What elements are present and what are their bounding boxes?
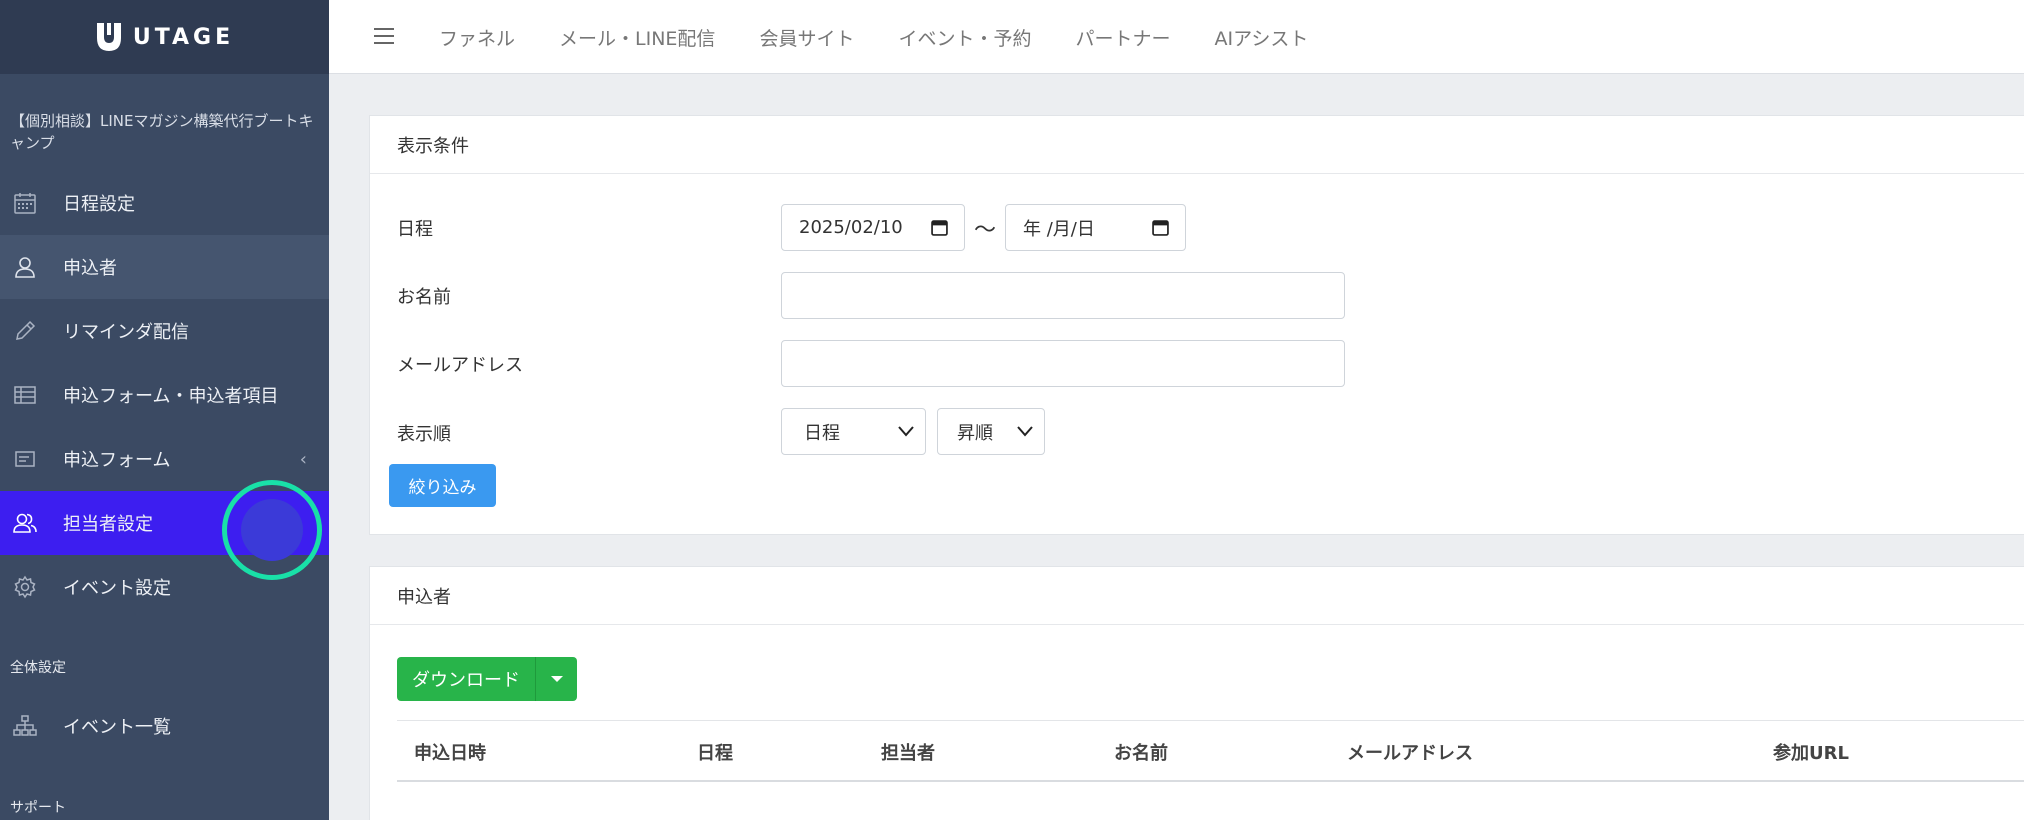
topnav-funnel[interactable]: ファネル [439,24,515,51]
topnav-member-site[interactable]: 会員サイト [759,24,854,51]
sidebar: UTAGE 【個別相談】LINEマガジン構築代行ブートキャンプ 日程設定 申込者… [0,0,329,820]
pencil-icon [16,320,36,340]
schedule-label: 日程 [397,219,433,240]
user-icon [15,257,35,278]
top-navbar: ファネル メール・LINE配信 会員サイト イベント・予約 パートナー AIアシ… [329,0,2024,74]
click-indicator-dot [241,499,303,561]
date-from-value: 2025/02/10 [799,217,903,238]
column-email[interactable]: メールアドレス [1347,739,1473,765]
filter-submit-button[interactable]: 絞り込み [389,464,496,507]
email-input[interactable] [781,340,1345,387]
download-dropdown-toggle[interactable] [535,657,577,701]
topnav-ai-assist[interactable]: AIアシスト [1214,24,1308,51]
email-label: メールアドレス [397,355,523,376]
column-schedule[interactable]: 日程 [697,739,733,765]
sidebar-item-form-fields[interactable]: 申込フォーム・申込者項目 [0,363,329,427]
section-global-settings: 全体設定 [10,660,66,676]
sidebar-item-reminder[interactable]: リマインダ配信 [0,299,329,363]
topnav-partner[interactable]: パートナー [1075,24,1170,51]
topnav-event-booking[interactable]: イベント・予約 [898,24,1031,51]
column-applied-at[interactable]: 申込日時 [414,739,486,765]
calendar-icon [14,193,36,214]
applicants-table-header: 申込日時 日程 担当者 お名前 メールアドレス 参加URL [397,720,2024,782]
date-to-input[interactable]: 年 /月/日 [1005,204,1186,251]
section-support: サポート [10,800,66,816]
column-staff[interactable]: 担当者 [881,739,935,765]
filter-card-title: 表示条件 [370,116,2024,174]
brand-name: UTAGE [132,24,235,50]
caret-down-icon [550,676,563,682]
order-field-value: 日程 [804,422,840,444]
users-icon [13,513,37,533]
chevron-down-icon [1017,426,1033,437]
sidebar-item-label: 担当者設定 [63,514,153,535]
sitemap-icon [13,715,37,736]
sidebar-item-label: 申込フォーム・申込者項目 [63,386,279,407]
filter-card: 表示条件 日程 2025/02/10 〜 年 /月/日 お名前 メールアドレス … [369,115,2024,535]
column-join-url[interactable]: 参加URL [1773,739,1849,765]
applicants-card-title: 申込者 [370,567,2024,625]
gear-icon [14,575,36,599]
top-nav: ファネル メール・LINE配信 会員サイト イベント・予約 パートナー AIアシ… [439,0,1308,74]
form-icon [15,451,35,467]
applicants-card: 申込者 ダウンロード 申込日時 日程 担当者 お名前 メールアドレス 参加URL [369,566,2024,820]
hamburger-menu-icon[interactable] [374,28,394,46]
brand[interactable]: UTAGE [0,0,329,74]
name-input[interactable] [781,272,1345,319]
column-name[interactable]: お名前 [1114,739,1168,765]
date-range-separator: 〜 [974,218,997,243]
download-button-group: ダウンロード [397,657,577,701]
download-button[interactable]: ダウンロード [397,657,535,701]
sidebar-item-applicants[interactable]: 申込者 [0,235,329,299]
sidebar-item-label: イベント設定 [63,578,171,599]
order-label: 表示順 [397,424,451,445]
name-label: お名前 [397,287,451,308]
sidebar-item-label: リマインダ配信 [63,322,189,343]
chevron-left-icon: ‹ [299,448,307,470]
topnav-mail-line[interactable]: メール・LINE配信 [559,24,715,51]
sidebar-item-label: イベント一覧 [63,717,171,738]
sidebar-item-label: 申込者 [63,258,117,279]
sidebar-item-event-list[interactable]: イベント一覧 [0,694,329,758]
chevron-down-icon [898,426,914,437]
calendar-icon[interactable] [1152,219,1169,236]
utage-logo-icon [96,23,121,51]
order-direction-value: 昇順 [957,422,993,444]
sidebar-item-label: 申込フォーム [63,450,171,471]
calendar-icon[interactable] [931,219,948,236]
table-icon [14,386,36,404]
sidebar-item-label: 日程設定 [63,194,135,215]
date-from-input[interactable]: 2025/02/10 [781,204,965,251]
order-direction-select[interactable]: 昇順 [937,408,1045,455]
date-to-placeholder: 年 /月/日 [1023,218,1095,240]
order-field-select[interactable]: 日程 [781,408,926,455]
sidebar-item-schedule[interactable]: 日程設定 [0,171,329,235]
